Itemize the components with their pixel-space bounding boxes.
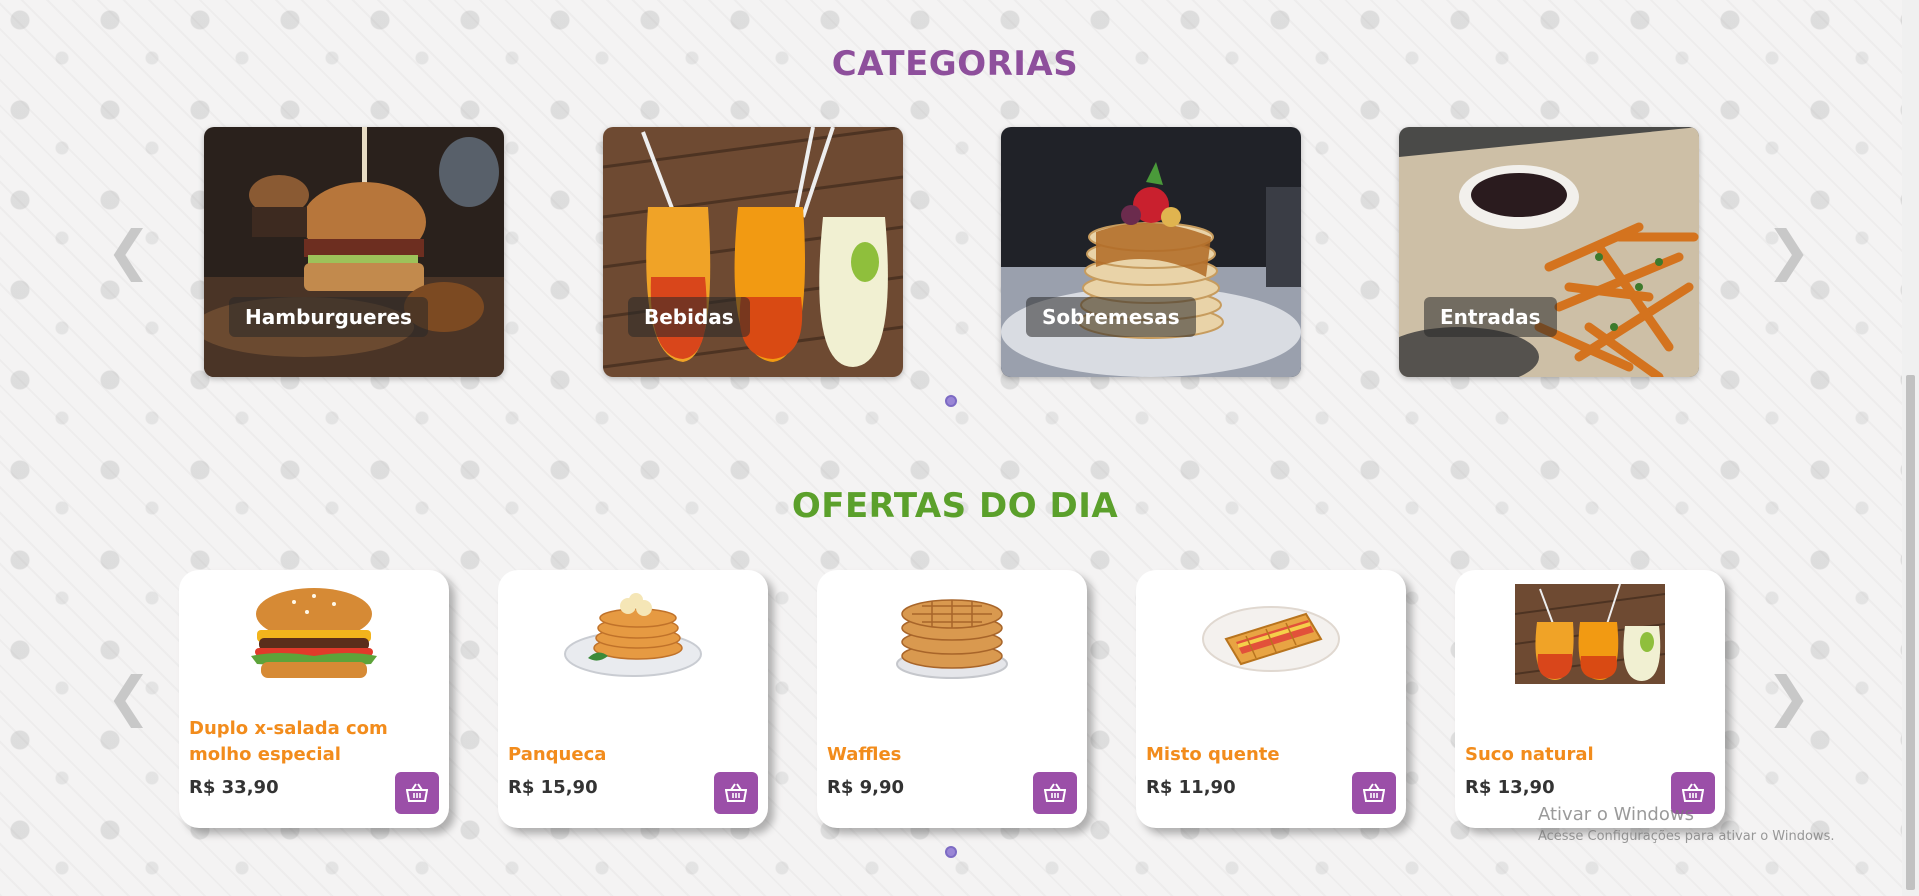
offer-card: Panqueca R$ 15,90 <box>498 570 768 828</box>
windows-activation-watermark: Ativar o Windows Acesse Configurações pa… <box>1538 804 1834 844</box>
watermark-subtitle: Acesse Configurações para ativar o Windo… <box>1538 829 1835 844</box>
offers-carousel-dot[interactable] <box>945 846 957 858</box>
basket-icon <box>1682 783 1704 802</box>
category-card-bebidas[interactable]: Bebidas <box>603 127 903 377</box>
offer-price: R$ 11,90 <box>1146 777 1236 798</box>
pancake-image <box>564 593 702 677</box>
offer-card: Duplo x-salada com molho especial R$ 33,… <box>179 570 449 828</box>
offers-prev-arrow[interactable]: ❮ <box>106 670 151 724</box>
watermark-title: Ativar o Windows <box>1538 804 1694 825</box>
category-card-hamburgueres[interactable]: Hamburgueres <box>204 127 504 377</box>
scrollbar-thumb[interactable] <box>1906 375 1915 890</box>
burger-image <box>251 588 377 678</box>
offer-card: Waffles R$ 9,90 <box>817 570 1087 828</box>
offer-price: R$ 33,90 <box>189 777 279 798</box>
offer-name: Misto quente <box>1146 744 1280 765</box>
offer-name: Duplo x-salada com molho especial <box>189 718 388 765</box>
offer-name: Panqueca <box>508 744 607 765</box>
drinks-photo <box>603 127 903 377</box>
burger-photo <box>204 127 504 377</box>
add-to-cart-button[interactable] <box>1033 772 1077 814</box>
waffles-image <box>896 599 1008 679</box>
offer-price: R$ 9,90 <box>827 777 905 798</box>
juice-image <box>1515 584 1665 684</box>
category-label-hamburgueres: Hamburgueres <box>229 297 428 337</box>
categories-carousel-dot[interactable] <box>945 395 957 407</box>
add-to-cart-button[interactable] <box>395 772 439 814</box>
offer-price: R$ 13,90 <box>1465 777 1555 798</box>
pancakes-photo <box>1001 127 1301 377</box>
fries-photo <box>1399 127 1699 377</box>
offer-card: Misto quente R$ 11,90 <box>1136 570 1406 828</box>
offers-next-arrow[interactable]: ❯ <box>1766 670 1811 724</box>
category-card-entradas[interactable]: Entradas <box>1399 127 1699 377</box>
category-label-entradas: Entradas <box>1424 297 1557 337</box>
basket-icon <box>1044 783 1066 802</box>
add-to-cart-button[interactable] <box>1352 772 1396 814</box>
basket-icon <box>406 783 428 802</box>
offer-card: Suco natural R$ 13,90 <box>1455 570 1725 828</box>
category-card-sobremesas[interactable]: Sobremesas <box>1001 127 1301 377</box>
offer-name: Suco natural <box>1465 744 1594 765</box>
category-label-sobremesas: Sobremesas <box>1026 297 1196 337</box>
categories-title: CATEGORIAS <box>831 44 1079 84</box>
basket-icon <box>1363 783 1385 802</box>
categories-next-arrow[interactable]: ❯ <box>1766 224 1811 278</box>
categories-prev-arrow[interactable]: ❮ <box>106 224 151 278</box>
add-to-cart-button[interactable] <box>714 772 758 814</box>
page-scrollbar[interactable] <box>1902 0 1919 896</box>
offer-price: R$ 15,90 <box>508 777 598 798</box>
offer-name: Waffles <box>827 744 902 765</box>
toasted-sandwich-image <box>1202 606 1340 672</box>
category-label-bebidas: Bebidas <box>628 297 750 337</box>
basket-icon <box>725 783 747 802</box>
offers-title: OFERTAS DO DIA <box>791 486 1119 526</box>
